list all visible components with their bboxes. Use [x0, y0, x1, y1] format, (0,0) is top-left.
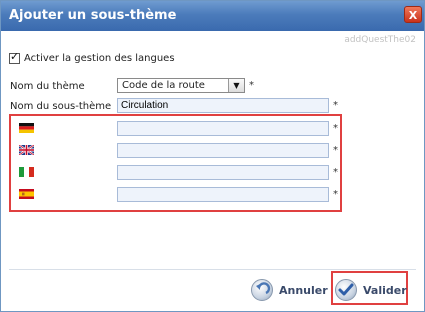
translation-input-german[interactable] [117, 121, 329, 136]
add-subtheme-dialog: Ajouter un sous-thème X addQuestThe02 ✓ … [0, 0, 425, 312]
theme-required-mark: * [249, 80, 254, 91]
submit-button[interactable]: Valider [335, 277, 407, 303]
close-button[interactable]: X [404, 6, 422, 23]
module-id-label: addQuestThe02 [344, 35, 416, 45]
submit-button-label: Valider [363, 283, 407, 297]
english-required-mark: * [333, 145, 338, 156]
cancel-button-label: Annuler [279, 283, 328, 297]
chevron-down-icon[interactable]: ▼ [228, 79, 244, 92]
german-required-mark: * [333, 123, 338, 134]
theme-label: Nom du thème [10, 81, 85, 92]
translation-input-english[interactable] [117, 143, 329, 158]
uk-flag-icon [19, 145, 34, 155]
language-toggle-label: Activer la gestion des langues [24, 53, 175, 64]
subtheme-required-mark: * [333, 100, 338, 111]
translation-input-italian[interactable] [117, 165, 329, 180]
footer-divider [9, 269, 416, 270]
spanish-flag-icon [19, 189, 34, 199]
subtheme-label: Nom du sous-thème [10, 101, 112, 112]
checkmark-circle-icon [335, 279, 357, 301]
italian-flag-icon [19, 167, 34, 177]
cancel-button[interactable]: Annuler [251, 277, 328, 303]
subtheme-input[interactable] [117, 98, 329, 113]
undo-icon [251, 279, 273, 301]
language-toggle-checkbox[interactable]: ✓ [9, 50, 20, 64]
translation-input-spanish[interactable] [117, 187, 329, 202]
spanish-required-mark: * [333, 189, 338, 200]
theme-select[interactable]: Code de la route ▼ [117, 78, 245, 93]
language-toggle-row[interactable]: ✓ Activer la gestion des langues [9, 50, 175, 64]
dialog-titlebar[interactable]: Ajouter un sous-thème X [1, 1, 424, 31]
checkmark-icon: ✓ [10, 50, 20, 63]
german-flag-icon [19, 123, 34, 133]
theme-select-value: Code de la route [122, 80, 205, 91]
italian-required-mark: * [333, 167, 338, 178]
dialog-title: Ajouter un sous-thème [9, 8, 177, 23]
close-icon: X [408, 9, 418, 22]
